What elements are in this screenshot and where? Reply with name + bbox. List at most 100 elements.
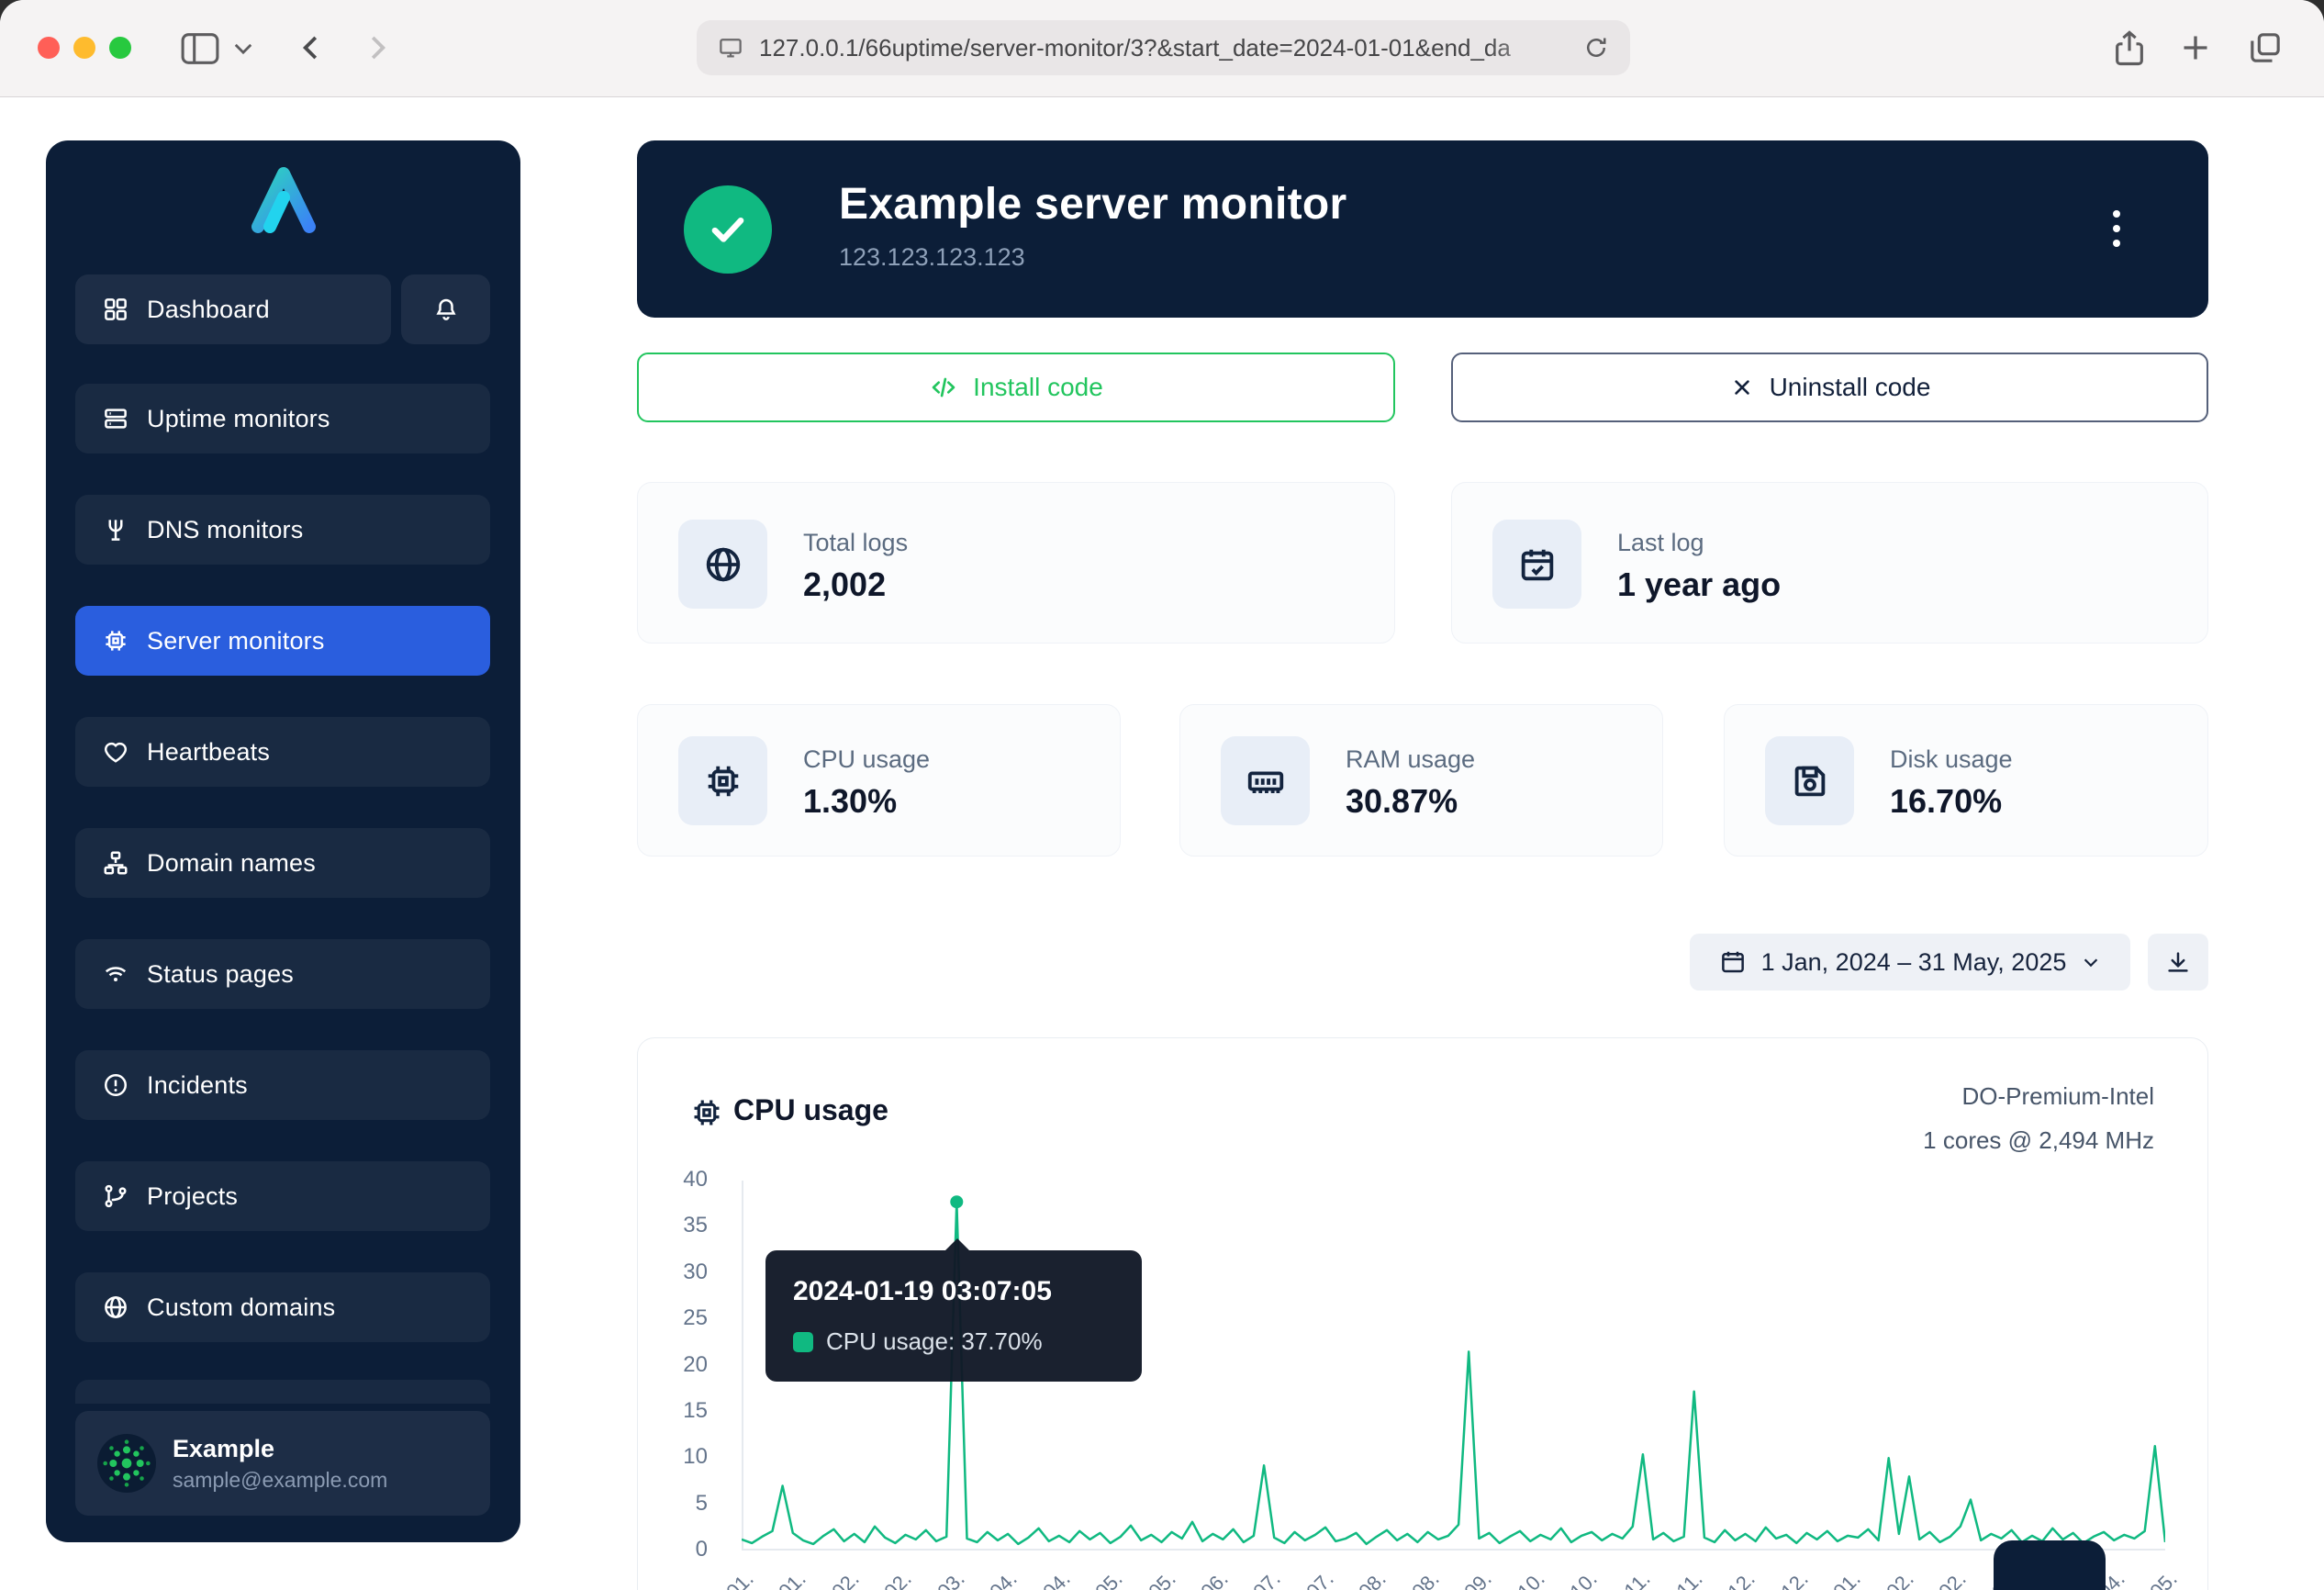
y-axis-label: 5 bbox=[643, 1491, 708, 1517]
y-axis-label: 10 bbox=[643, 1444, 708, 1470]
stat-card-cpu-usage: CPU usage 1.30% bbox=[637, 704, 1121, 857]
address-bar[interactable]: 127.0.0.1/66uptime/server-monitor/3?&sta… bbox=[697, 20, 1630, 75]
sidebar-item-dns-monitors[interactable]: DNS monitors bbox=[75, 495, 490, 565]
cpu-chip-icon bbox=[678, 736, 767, 825]
sidebar-item-status-pages[interactable]: Status pages bbox=[75, 939, 490, 1009]
chevron-down-icon[interactable] bbox=[233, 42, 253, 55]
back-button[interactable] bbox=[294, 30, 329, 65]
sidebar-item-label: Status pages bbox=[147, 960, 294, 989]
calendar-icon bbox=[1719, 948, 1747, 976]
sidebar-item-uptime-monitors[interactable]: Uptime monitors bbox=[75, 384, 490, 453]
sidebar-item-label: Dashboard bbox=[147, 296, 270, 324]
alert-circle-icon bbox=[101, 1070, 130, 1100]
layers-icon bbox=[101, 404, 130, 433]
sidebar-item-partial[interactable] bbox=[75, 1380, 490, 1404]
stat-label: Disk usage bbox=[1890, 745, 2013, 774]
stat-value: 2,002 bbox=[803, 565, 886, 604]
chart-title: CPU usage bbox=[733, 1093, 888, 1127]
sidebar-nav: Uptime monitors DNS monitors Server moni… bbox=[75, 384, 490, 1342]
sidebar-item-incidents[interactable]: Incidents bbox=[75, 1050, 490, 1120]
chart-x-axis: 06. 01.24. 01.11. 02.29. 02.18. 03.05. 0… bbox=[742, 1560, 2165, 1590]
kebab-menu-button[interactable] bbox=[2098, 198, 2135, 259]
browser-window: 127.0.0.1/66uptime/server-monitor/3?&sta… bbox=[0, 0, 2324, 1590]
tab-overview-icon[interactable] bbox=[2247, 29, 2284, 66]
y-axis-label: 25 bbox=[643, 1305, 708, 1331]
globe-icon bbox=[101, 1293, 130, 1322]
sidebar: Dashboard Uptime monitors DNS monitors bbox=[46, 140, 520, 1542]
dns-icon bbox=[101, 515, 130, 544]
grid-icon bbox=[101, 295, 130, 324]
chevron-down-icon bbox=[2081, 952, 2101, 972]
bell-icon bbox=[431, 295, 461, 324]
install-code-button[interactable]: Install code bbox=[637, 353, 1395, 422]
y-axis-label: 0 bbox=[643, 1537, 708, 1562]
profile-email: sample@example.com bbox=[173, 1468, 387, 1493]
stat-card-last-log: Last log 1 year ago bbox=[1451, 482, 2208, 644]
new-tab-icon[interactable] bbox=[2177, 29, 2214, 66]
stat-label: Last log bbox=[1617, 529, 1704, 557]
branch-icon bbox=[101, 1181, 130, 1211]
app-logo[interactable] bbox=[46, 162, 520, 236]
stat-card-ram-usage: RAM usage 30.87% bbox=[1179, 704, 1663, 857]
chart-tooltip: 2024-01-19 03:07:05 CPU usage: 37.70% bbox=[765, 1250, 1142, 1382]
sidebar-item-label: Uptime monitors bbox=[147, 405, 330, 433]
page-icon bbox=[717, 34, 744, 62]
calendar-check-icon bbox=[1492, 520, 1581, 609]
profile-card[interactable]: Example sample@example.com bbox=[75, 1411, 490, 1516]
sidebar-item-heartbeats[interactable]: Heartbeats bbox=[75, 717, 490, 787]
browser-toolbar: 127.0.0.1/66uptime/server-monitor/3?&sta… bbox=[0, 0, 2324, 97]
stat-value: 1 year ago bbox=[1617, 565, 1781, 604]
y-axis-label: 35 bbox=[643, 1213, 708, 1238]
cpu-chip-icon bbox=[101, 626, 130, 655]
cpu-usage-chart-card: CPU usage DO-Premium-Intel 1 cores @ 2,4… bbox=[637, 1037, 2208, 1590]
code-icon bbox=[929, 373, 958, 402]
sidebar-item-label: Incidents bbox=[147, 1071, 248, 1100]
y-axis-label: 20 bbox=[643, 1352, 708, 1378]
reload-icon[interactable] bbox=[1582, 34, 1610, 62]
x-axis-label: 06. 01. bbox=[683, 1567, 758, 1590]
monitor-header-card: Example server monitor 123.123.123.123 bbox=[637, 140, 2208, 318]
ram-icon bbox=[1221, 736, 1310, 825]
globe-icon bbox=[678, 520, 767, 609]
url-text: 127.0.0.1/66uptime/server-monitor/3?&sta… bbox=[759, 34, 1568, 62]
tooltip-value: CPU usage: 37.70% bbox=[826, 1327, 1043, 1356]
stat-value: 30.87% bbox=[1346, 782, 1458, 821]
sidebar-item-label: DNS monitors bbox=[147, 516, 303, 544]
notifications-button[interactable] bbox=[401, 274, 490, 344]
share-icon[interactable] bbox=[2111, 28, 2148, 68]
status-check-icon bbox=[684, 185, 772, 274]
profile-name: Example bbox=[173, 1435, 387, 1463]
uninstall-code-button[interactable]: Uninstall code bbox=[1451, 353, 2208, 422]
sidebar-item-projects[interactable]: Projects bbox=[75, 1161, 490, 1231]
forward-button[interactable] bbox=[360, 30, 395, 65]
close-window-button[interactable] bbox=[38, 37, 60, 59]
sidebar-toggle-icon[interactable] bbox=[180, 32, 220, 65]
avatar bbox=[97, 1434, 156, 1493]
sidebar-item-label: Domain names bbox=[147, 849, 316, 878]
x-icon bbox=[1729, 375, 1755, 400]
stat-label: Total logs bbox=[803, 529, 908, 557]
download-button[interactable] bbox=[2148, 934, 2208, 991]
y-axis-label: 15 bbox=[643, 1398, 708, 1424]
stat-card-disk-usage: Disk usage 16.70% bbox=[1724, 704, 2208, 857]
cpu-chip-icon bbox=[689, 1095, 724, 1135]
sidebar-item-label: Projects bbox=[147, 1182, 238, 1211]
sidebar-item-server-monitors[interactable]: Server monitors bbox=[75, 606, 490, 676]
sitemap-icon bbox=[101, 848, 130, 878]
highlighted-point[interactable] bbox=[950, 1195, 963, 1208]
sidebar-item-custom-domains[interactable]: Custom domains bbox=[75, 1272, 490, 1342]
server-name: DO-Premium-Intel bbox=[1962, 1082, 2154, 1111]
sidebar-item-domain-names[interactable]: Domain names bbox=[75, 828, 490, 898]
disk-icon bbox=[1765, 736, 1854, 825]
minimize-window-button[interactable] bbox=[73, 37, 95, 59]
sidebar-item-dashboard[interactable]: Dashboard bbox=[75, 274, 391, 344]
sidebar-item-label: Heartbeats bbox=[147, 738, 270, 767]
zoom-window-button[interactable] bbox=[109, 37, 131, 59]
heart-icon bbox=[101, 737, 130, 767]
floating-widget-partial[interactable] bbox=[1994, 1540, 2106, 1590]
stat-value: 16.70% bbox=[1890, 782, 2002, 821]
stat-label: RAM usage bbox=[1346, 745, 1475, 774]
date-range-picker[interactable]: 1 Jan, 2024 – 31 May, 2025 bbox=[1690, 934, 2130, 991]
y-axis-label: 40 bbox=[643, 1167, 708, 1192]
date-range-label: 1 Jan, 2024 – 31 May, 2025 bbox=[1761, 948, 2067, 977]
